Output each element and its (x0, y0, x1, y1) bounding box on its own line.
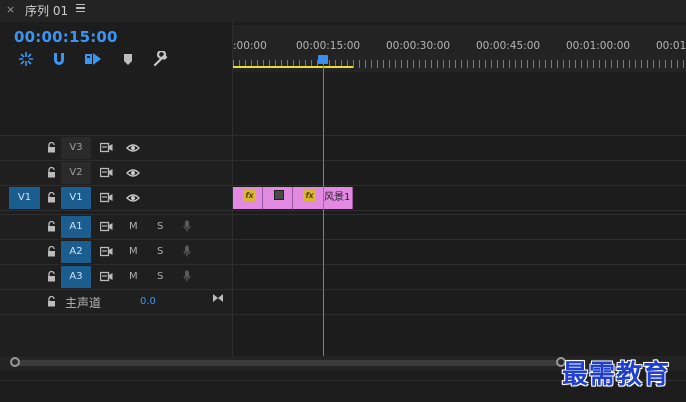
lock-icon[interactable] (47, 246, 56, 257)
sync-lock-icon[interactable] (100, 167, 113, 178)
title-bar (0, 0, 686, 22)
sync-lock-icon[interactable] (100, 221, 113, 232)
master-volume-value[interactable]: 0.0 (140, 296, 156, 307)
track-target-v3[interactable]: V3 (61, 137, 91, 159)
track-separator (0, 239, 686, 240)
sync-lock-icon[interactable] (100, 246, 113, 257)
voiceover-mic-icon[interactable] (183, 220, 191, 232)
mute-button[interactable]: M (129, 271, 138, 282)
track-area[interactable] (233, 135, 686, 355)
playhead-handle[interactable] (318, 55, 328, 64)
add-marker-icon[interactable] (120, 51, 138, 67)
solo-button[interactable]: S (157, 221, 163, 232)
fx-badge-icon: fx (303, 190, 316, 201)
lock-icon[interactable] (47, 192, 56, 203)
track-separator (0, 314, 686, 315)
lock-icon[interactable] (47, 142, 56, 153)
playhead-timecode[interactable]: 00:00:15:00 (14, 28, 118, 46)
insert-nest-icon[interactable] (17, 51, 35, 67)
timeline-settings-wrench-icon[interactable] (152, 51, 170, 67)
eye-icon[interactable] (126, 143, 140, 153)
ruler-label: 00:00:30:00 (386, 40, 451, 52)
mute-button[interactable]: M (129, 221, 138, 232)
scroll-handle-left[interactable] (10, 357, 20, 367)
sync-lock-icon[interactable] (100, 271, 113, 282)
lock-icon[interactable] (47, 167, 56, 178)
track-separator (0, 135, 686, 136)
mute-button[interactable]: M (129, 246, 138, 257)
snap-magnet-icon[interactable] (50, 51, 68, 67)
track-headers (0, 135, 233, 355)
track-separator (0, 214, 686, 215)
track-target-v1[interactable]: V1 (61, 187, 91, 209)
solo-button[interactable]: S (157, 246, 163, 257)
fx-badge-icon: fx (243, 190, 256, 201)
lock-icon[interactable] (47, 271, 56, 282)
sync-lock-icon[interactable] (100, 192, 113, 203)
track-separator (0, 264, 686, 265)
track-separator (0, 289, 686, 290)
track-target-v2[interactable]: V2 (61, 162, 91, 184)
voiceover-mic-icon[interactable] (183, 270, 191, 282)
clip-name: 风景1 (324, 192, 351, 203)
track-target-a1[interactable]: A1 (61, 216, 91, 238)
eye-icon[interactable] (126, 168, 140, 178)
scrollbar-thumb[interactable] (14, 360, 562, 366)
clip-thumbnail-icon (274, 190, 284, 200)
ruler-label: 00:00:45:00 (476, 40, 541, 52)
track-target-a3[interactable]: A3 (61, 266, 91, 288)
lock-icon[interactable] (47, 296, 56, 307)
playhead-line[interactable] (322, 62, 324, 356)
sync-lock-icon[interactable] (100, 142, 113, 153)
watermark-logo: 最需教育 (562, 360, 671, 390)
work-area-bar[interactable] (233, 66, 353, 68)
source-patch-v1[interactable]: V1 (9, 187, 40, 209)
voiceover-mic-icon[interactable] (183, 245, 191, 257)
panel-menu-icon[interactable] (76, 4, 85, 12)
track-target-a2[interactable]: A2 (61, 241, 91, 263)
eye-icon[interactable] (126, 193, 140, 203)
track-separator (0, 185, 686, 186)
ruler-label: :00:00 (233, 40, 267, 52)
ruler-label: 00:01:1 (656, 40, 686, 52)
ruler-label: 00:01:00:00 (566, 40, 631, 52)
linked-selection-icon[interactable] (84, 51, 102, 67)
track-separator (0, 160, 686, 161)
ruler-label: 00:00:15:00 (296, 40, 361, 52)
go-to-in-out-icon[interactable] (212, 293, 224, 303)
sequence-tab-title[interactable]: 序列 01 (25, 2, 68, 19)
solo-button[interactable]: S (157, 271, 163, 282)
lock-icon[interactable] (47, 221, 56, 232)
track-separator (0, 210, 686, 211)
master-track-label: 主声道 (65, 296, 102, 310)
close-icon[interactable]: × (6, 3, 15, 16)
